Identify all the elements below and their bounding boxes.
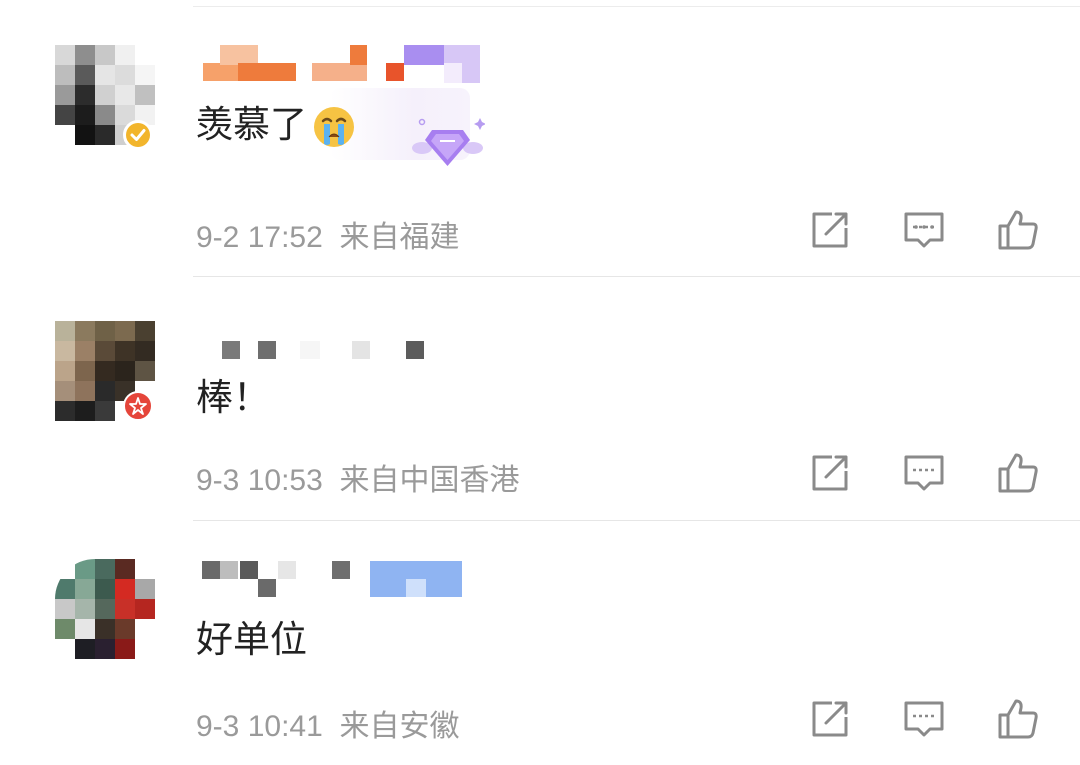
share-icon[interactable] (806, 695, 854, 743)
comment-meta: 9-2 17:52 来自福建 (196, 212, 459, 256)
comment-text: 棒！ (196, 376, 270, 419)
like-icon[interactable] (994, 206, 1042, 254)
share-icon[interactable] (806, 206, 854, 254)
action-bar (800, 695, 1050, 745)
star-badge-icon (123, 391, 153, 421)
comment-meta: 9-3 10:41 来自安徽 (196, 701, 459, 745)
comment-item: 羡慕了 9-2 17:52 来自福建 (0, 0, 1080, 277)
like-icon[interactable] (994, 695, 1042, 743)
username-redacted[interactable] (200, 561, 470, 599)
comment-location: 来自福建 (339, 221, 460, 254)
comment-meta: 9-3 10:53 来自中国香港 (196, 455, 519, 499)
like-icon[interactable] (994, 449, 1042, 497)
comment-item: 棒！ 9-3 10:53 来自中国香港 (0, 277, 1080, 521)
comment-location: 来自中国香港 (339, 464, 520, 497)
comment-icon[interactable] (900, 449, 948, 497)
verified-badge-icon (123, 120, 153, 150)
comment-time: 9-3 10:53 (196, 464, 323, 497)
comment-icon[interactable] (900, 206, 948, 254)
comment-text: 羡慕了 (196, 102, 357, 150)
crying-emoji (314, 106, 354, 147)
comment-item: 好单位 9-3 10:41 来自安徽 (0, 521, 1080, 765)
action-bar (800, 449, 1050, 499)
username-redacted[interactable] (200, 339, 440, 377)
comment-time: 9-2 17:52 (196, 221, 323, 254)
avatar[interactable] (55, 559, 165, 669)
action-bar (800, 206, 1050, 256)
diamond-badge-icon (412, 118, 485, 166)
comment-time: 9-3 10:41 (196, 710, 323, 743)
comment-icon[interactable] (900, 695, 948, 743)
comment-location: 来自安徽 (339, 710, 460, 743)
username-redacted[interactable] (200, 45, 490, 83)
share-icon[interactable] (806, 449, 854, 497)
comment-text: 好单位 (196, 618, 307, 661)
